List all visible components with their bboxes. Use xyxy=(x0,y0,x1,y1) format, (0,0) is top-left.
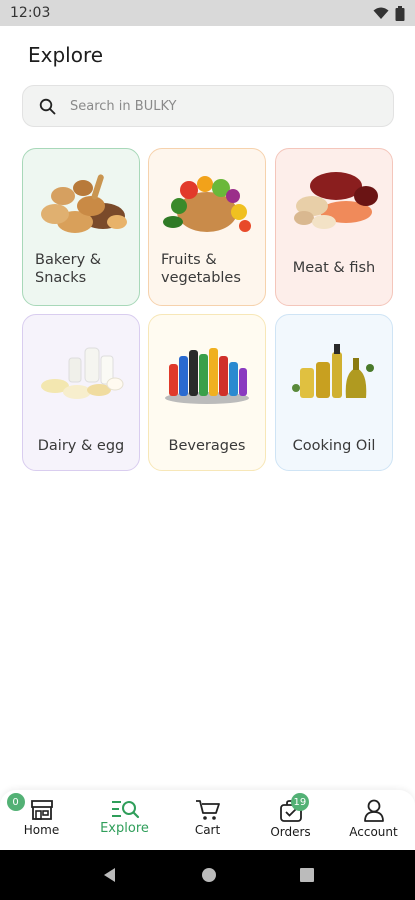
nav-label-cart: Cart xyxy=(194,823,221,837)
status-bar: 12:03 xyxy=(0,0,415,26)
category-label: Meat & fish xyxy=(292,260,376,276)
category-card-meat[interactable]: Meat & fish xyxy=(275,148,393,306)
category-label: Beverages xyxy=(168,438,246,454)
nav-orders[interactable]: 19 Orders xyxy=(249,790,332,850)
category-card-beverages[interactable]: Beverages xyxy=(148,314,266,471)
fruits-image xyxy=(149,155,265,247)
category-label: Cooking Oil xyxy=(292,438,376,454)
page-title: Explore xyxy=(28,43,104,67)
bakery-image xyxy=(23,155,139,247)
bottom-navigation: Home Explore 0 Cart 19 Orders Account xyxy=(0,790,415,850)
orders-badge: 19 xyxy=(290,793,310,811)
nav-label-account: Account xyxy=(349,825,398,839)
status-icons xyxy=(373,5,405,21)
explore-icon xyxy=(111,801,139,819)
search-input[interactable] xyxy=(70,98,370,114)
category-label: Dairy & egg xyxy=(37,438,125,454)
nav-label-orders: Orders xyxy=(270,825,311,839)
category-label: Bakery & Snacks xyxy=(35,252,102,286)
category-label: Fruits & vegetables xyxy=(161,252,241,286)
nav-account[interactable]: Account xyxy=(332,790,415,850)
system-navigation-bar xyxy=(0,850,415,900)
category-card-fruits[interactable]: Fruits & vegetables xyxy=(148,148,266,306)
category-card-dairy[interactable]: Dairy & egg xyxy=(22,314,140,471)
dairy-image xyxy=(23,327,139,419)
nav-cart[interactable]: 0 Cart xyxy=(6,790,249,850)
status-time: 12:03 xyxy=(10,5,51,21)
nav-label-explore: Explore xyxy=(100,821,149,836)
nav-label-home: Home xyxy=(23,823,60,837)
home-circle-icon[interactable] xyxy=(200,866,218,884)
category-card-cooking-oil[interactable]: Cooking Oil xyxy=(275,314,393,471)
search-icon xyxy=(39,98,56,114)
nav-explore[interactable]: Explore xyxy=(83,790,166,850)
category-card-bakery[interactable]: Bakery & Snacks xyxy=(22,148,140,306)
cart-badge: 0 xyxy=(6,793,25,811)
meat-image xyxy=(276,155,392,247)
store-icon xyxy=(30,800,53,820)
search-bar[interactable] xyxy=(22,85,394,127)
recents-icon[interactable] xyxy=(299,867,315,883)
back-icon[interactable] xyxy=(101,866,119,884)
cart-icon xyxy=(195,800,220,820)
cooking-oil-image xyxy=(276,327,392,419)
account-icon xyxy=(363,799,384,822)
wifi-icon xyxy=(373,7,389,19)
battery-icon xyxy=(395,5,405,21)
beverages-image xyxy=(149,327,265,419)
